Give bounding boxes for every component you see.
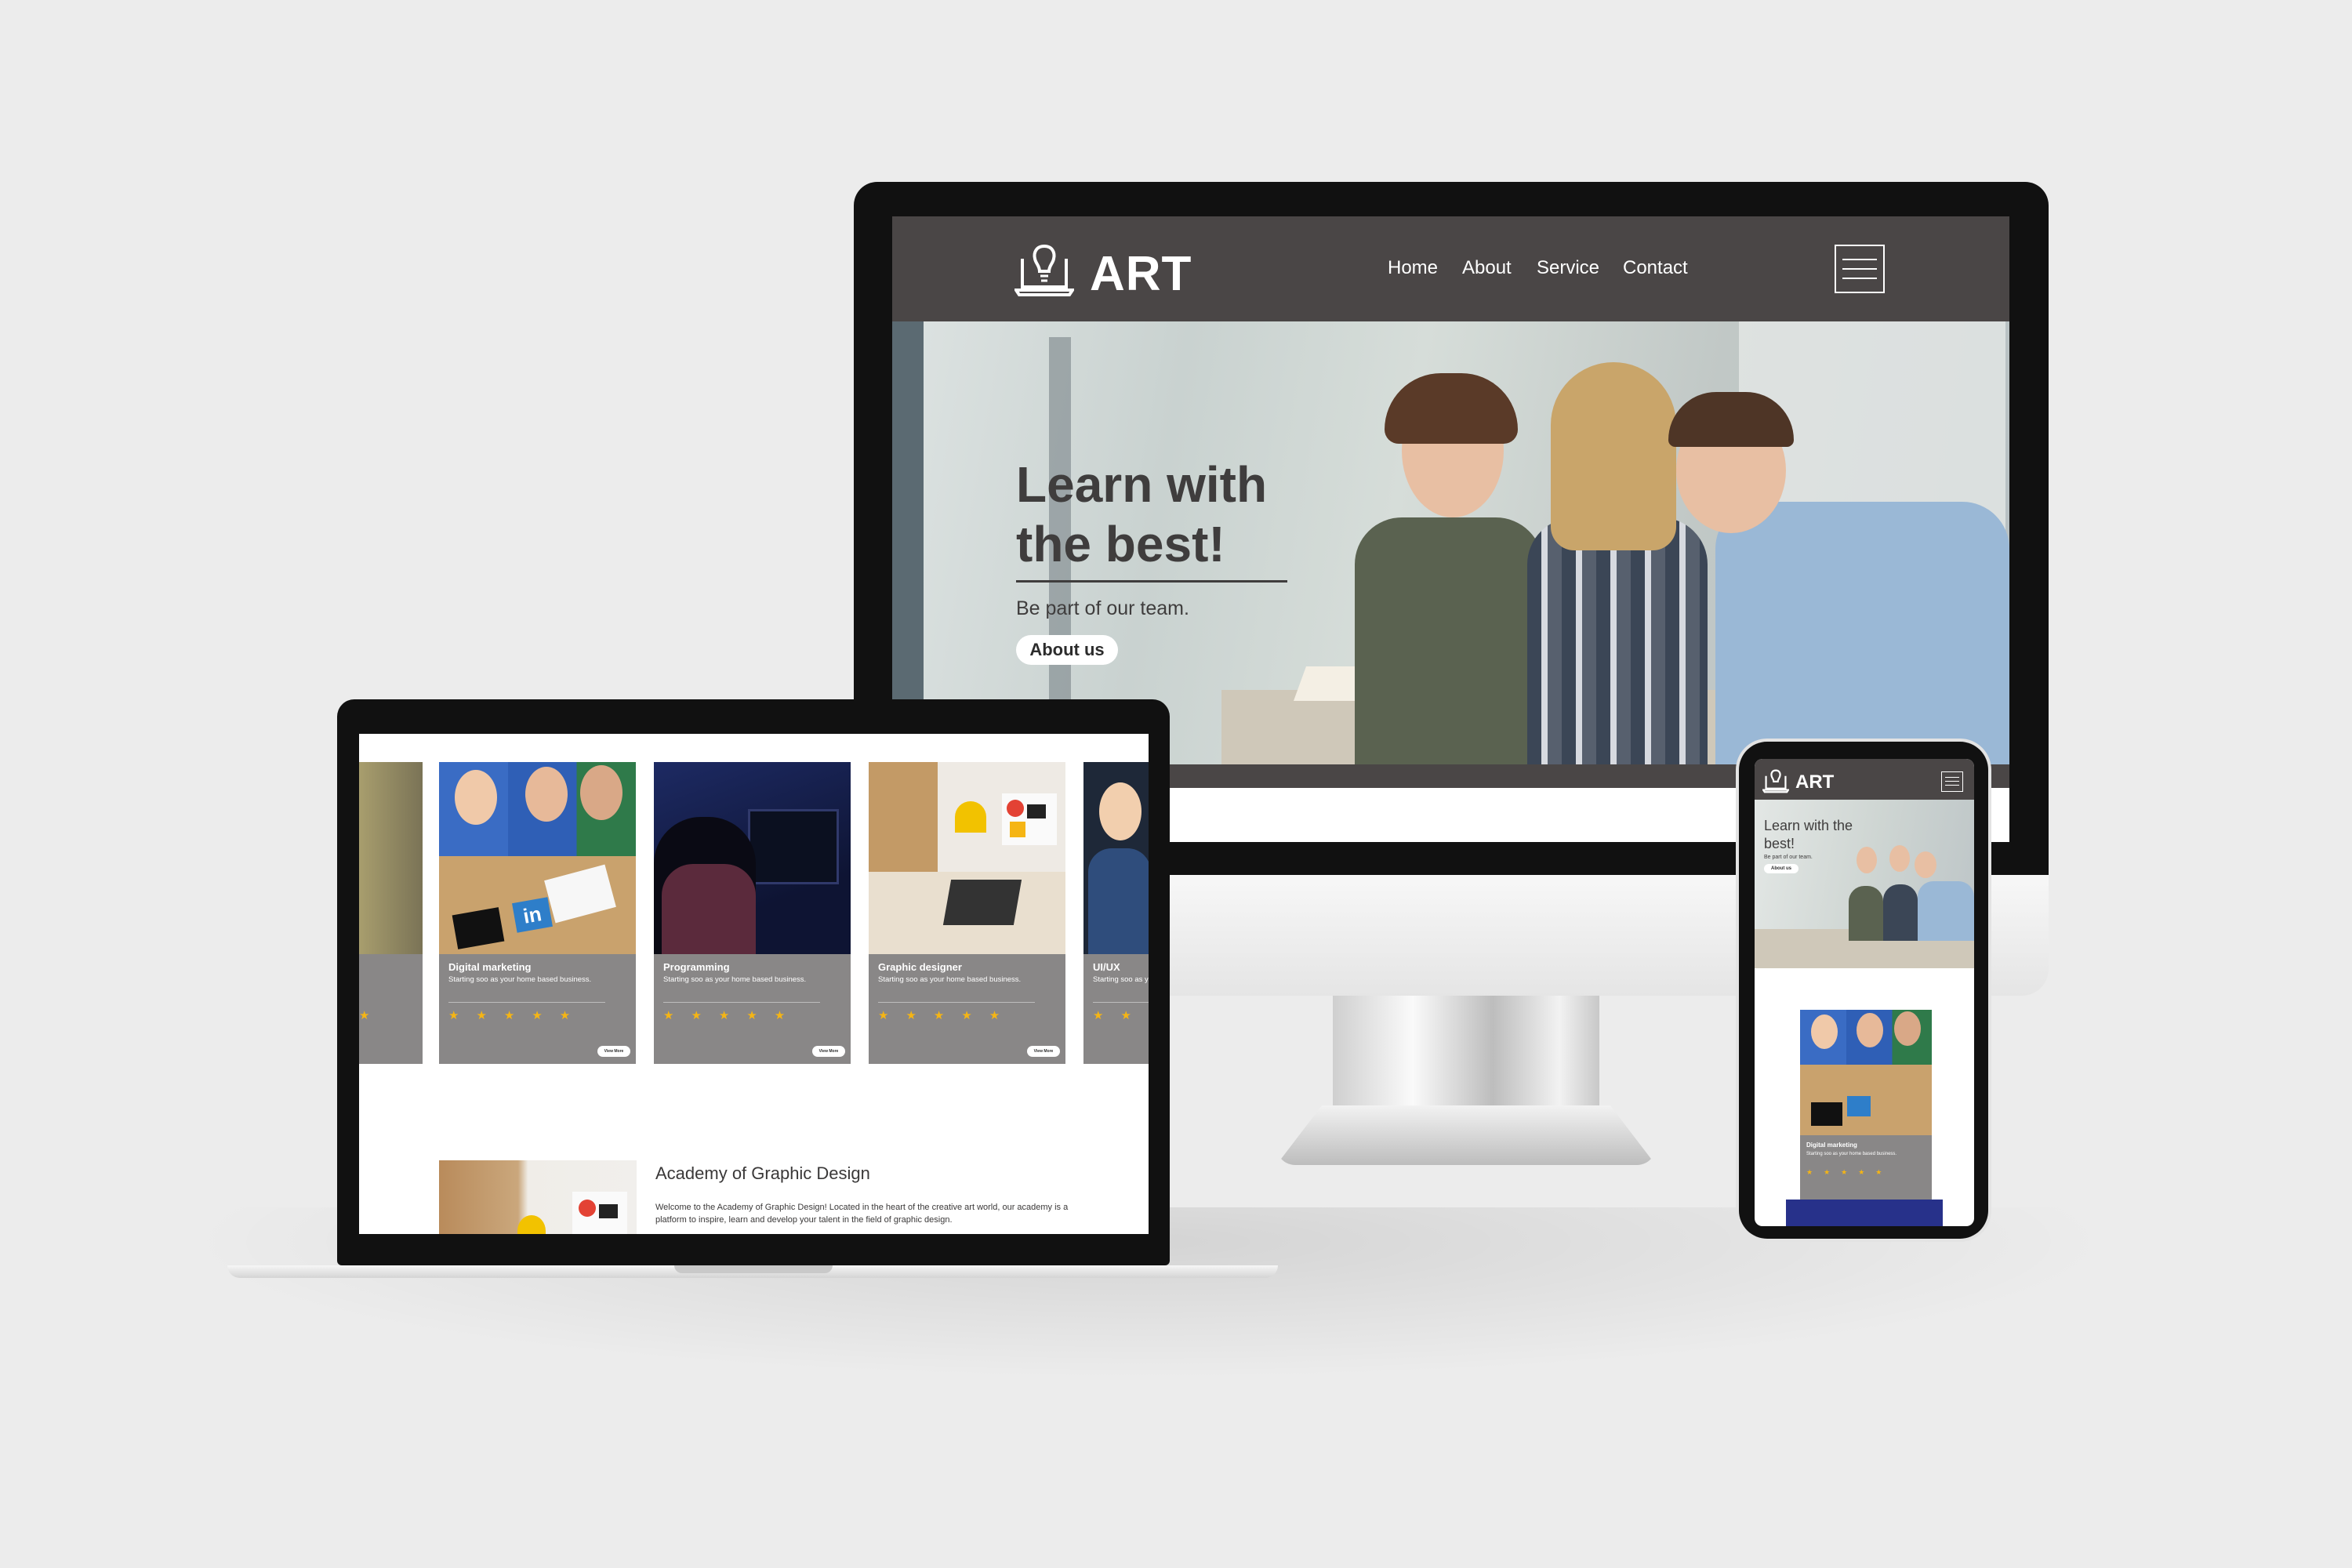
card-description: Starting soo as your home based business…: [1093, 975, 1149, 984]
nav-about-link[interactable]: About: [1462, 257, 1512, 279]
course-card-digital-marketing[interactable]: in Digital marketing Starting soo as you…: [439, 762, 636, 1064]
laptop-website: ★ in Digital marketing Starting soo as y…: [359, 734, 1149, 1234]
mobile-navbar: ART: [1755, 759, 1974, 800]
hero-subtitle: Be part of our team.: [1016, 597, 1189, 619]
person-hair: [1385, 373, 1518, 444]
nav-contact-link[interactable]: Contact: [1623, 257, 1688, 279]
card-title: UI/UX: [1093, 961, 1120, 973]
person-shirt: [1715, 502, 2009, 764]
mobile-card-title: Digital marketing: [1806, 1142, 1857, 1149]
site-logo-text[interactable]: ART: [1090, 246, 1192, 302]
card-description: Starting soo as your home based business…: [448, 975, 592, 984]
mobile-logo-text[interactable]: ART: [1795, 771, 1834, 793]
star-icon: ★: [359, 1009, 387, 1022]
card-divider: [448, 1002, 605, 1003]
card-image: [359, 762, 423, 954]
mobile-website: ART Learn with the best! Be part of our …: [1755, 759, 1974, 1226]
window-frame: [892, 321, 924, 764]
course-card-graphic-designer[interactable]: Graphic designer Starting soo as your ho…: [869, 762, 1065, 1064]
monitor-stand-neck: [1333, 996, 1599, 1113]
card-description: Starting soo as your home based business…: [663, 975, 807, 984]
hamburger-menu-icon[interactable]: [1835, 245, 1885, 293]
person-plaid-shirt: [1527, 517, 1708, 764]
card-title: Digital marketing: [448, 961, 532, 973]
star-icon: ★★★★★: [1093, 1009, 1149, 1022]
laptop-notch: [674, 1265, 833, 1273]
hero-section: Learn with the best! Be part of our team…: [892, 321, 2009, 764]
hamburger-menu-icon[interactable]: [1941, 771, 1963, 792]
person-hair: [1551, 362, 1676, 550]
laptop-bulb-logo-icon[interactable]: [1762, 768, 1789, 793]
mobile-hero-subtitle: Be part of our team.: [1764, 855, 1813, 860]
academy-title: Academy of Graphic Design: [655, 1163, 870, 1183]
monitor-stand-foot: [1276, 1105, 1656, 1165]
about-us-button[interactable]: About us: [1016, 635, 1118, 665]
hero-divider: [1016, 580, 1287, 583]
card-divider: [878, 1002, 1035, 1003]
view-more-button[interactable]: View More: [1027, 1046, 1060, 1057]
academy-description: Welcome to the Academy of Graphic Design…: [655, 1203, 1069, 1225]
course-card-ui-ux[interactable]: UI/UX Starting soo as your home based bu…: [1083, 762, 1149, 1064]
card-image: in: [439, 762, 636, 954]
view-more-button[interactable]: View More: [812, 1046, 845, 1057]
card-title: Programming: [663, 961, 730, 973]
hero-title: Learn with the best!: [1016, 456, 1268, 572]
mobile-course-card-digital-marketing[interactable]: Digital marketing Starting soo as your h…: [1800, 1010, 1932, 1226]
card-image: [869, 762, 1065, 954]
course-card-programming[interactable]: Programming Starting soo as your home ba…: [654, 762, 851, 1064]
card-description: Starting soo as your home based business…: [878, 975, 1022, 984]
star-icon: ★★★★★: [1806, 1168, 1893, 1176]
card-image: [1800, 1010, 1932, 1135]
mobile-about-us-button[interactable]: About us: [1764, 864, 1798, 873]
academy-image: [439, 1160, 637, 1234]
card-divider: [1093, 1002, 1149, 1003]
star-icon: ★★★★★: [878, 1009, 1018, 1022]
mobile-footer-bar: [1786, 1200, 1943, 1226]
card-divider: [663, 1002, 820, 1003]
course-card-partial: ★: [359, 762, 423, 1064]
view-more-button[interactable]: View More: [597, 1046, 630, 1057]
mobile-hero: Learn with the best! Be part of our team…: [1755, 800, 1974, 968]
card-image: [1083, 762, 1149, 954]
laptop-bulb-logo-icon[interactable]: [1014, 241, 1074, 298]
mobile-hero-title: Learn with the best!: [1764, 818, 1853, 851]
card-title: Graphic designer: [878, 961, 962, 973]
nav-service-link[interactable]: Service: [1537, 257, 1599, 279]
person-shirt: [1355, 517, 1543, 764]
star-icon: ★★★★★: [448, 1009, 588, 1022]
nav-home-link[interactable]: Home: [1388, 257, 1438, 279]
card-image: [654, 762, 851, 954]
mobile-card-description: Starting soo as your home based business…: [1806, 1152, 1897, 1156]
desktop-navbar: ART Home About Service Contact: [892, 216, 2009, 321]
star-icon: ★★★★★: [663, 1009, 803, 1022]
